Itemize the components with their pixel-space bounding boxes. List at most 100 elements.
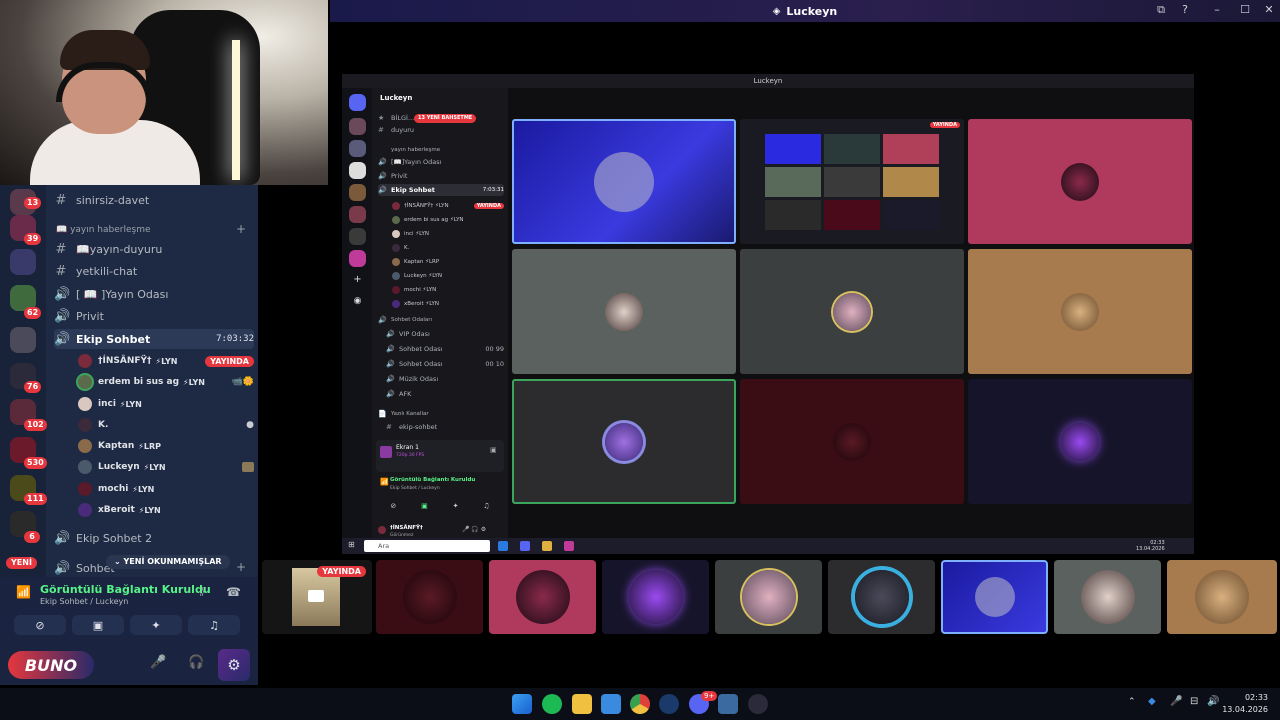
voice-user[interactable]: mochi ⚡LYN <box>78 480 254 498</box>
voice-user[interactable]: K. <box>392 242 504 253</box>
strip-tile[interactable] <box>715 560 822 634</box>
discord-icon[interactable] <box>520 541 530 551</box>
channel-row-active[interactable]: 🔊 Ekip Sohbet 7:03:31 <box>378 184 504 196</box>
discord-home-icon[interactable] <box>349 94 366 111</box>
strip-tile[interactable] <box>1167 560 1277 634</box>
app-icon[interactable] <box>564 541 574 551</box>
minimize-button[interactable]: – <box>1208 3 1226 16</box>
video-tile[interactable] <box>512 249 736 374</box>
voice-user[interactable]: Kaptan ⚡LRP <box>78 437 254 455</box>
channel-sinirsiz-davet[interactable]: # sinirsiz-davet <box>54 190 254 210</box>
strip-tile[interactable] <box>602 560 709 634</box>
video-tile[interactable] <box>740 249 964 374</box>
voice-user[interactable]: Kaptan ⚡LRP <box>392 256 504 267</box>
category-row[interactable]: 📄 Yazılı Kanallar <box>378 408 504 420</box>
voice-user[interactable]: †ÍNSÂNFŸ† ⚡LYN YAYINDA <box>78 352 254 370</box>
server-icon[interactable] <box>349 228 366 245</box>
headphones-icon[interactable]: 🎧 <box>188 655 204 670</box>
help-icon[interactable]: ? <box>1176 3 1194 16</box>
voice-user[interactable]: inci ⚡LYN <box>392 228 504 239</box>
voice-user[interactable]: xBeroit ⚡LYN <box>392 298 504 309</box>
activities-button[interactable]: ✦ <box>130 615 182 635</box>
folder-icon[interactable] <box>542 541 552 551</box>
avatar[interactable] <box>378 526 386 534</box>
server-icon[interactable] <box>349 162 366 179</box>
app-icon[interactable] <box>748 694 768 714</box>
app-icon[interactable] <box>498 541 508 551</box>
video-tile[interactable] <box>740 379 964 504</box>
channel-row[interactable]: # duyuru <box>378 124 504 136</box>
screen-share-icon[interactable]: ▣ <box>421 502 428 514</box>
video-tile-stream[interactable]: YAYINDA <box>740 119 964 244</box>
strip-tile[interactable] <box>376 560 483 634</box>
strip-tile[interactable] <box>828 560 935 634</box>
store-icon[interactable] <box>601 694 621 714</box>
voice-user[interactable]: erdem bi sus ag ⚡LYN <box>392 214 504 225</box>
server-icon[interactable] <box>349 184 366 201</box>
add-channel-icon[interactable]: + <box>236 222 246 236</box>
spotify-icon[interactable] <box>542 694 562 714</box>
noise-suppression-icon[interactable]: ⫽ <box>200 585 205 600</box>
taskbar-clock[interactable]: 02:33 13.04.2026 <box>1222 692 1268 716</box>
tray-app-icon[interactable]: ◆ <box>1148 696 1156 707</box>
category-yayin-haberlesme[interactable]: 📖 yayın haberleşme <box>56 225 151 235</box>
strip-tile[interactable] <box>489 560 596 634</box>
mini-user-controls[interactable]: 🎤 🎧 ⚙ <box>462 526 486 533</box>
voice-user[interactable]: Luckeyn ⚡LYN <box>392 270 504 281</box>
settings-gear-icon[interactable]: ⚙ <box>218 649 250 681</box>
video-tile[interactable] <box>968 119 1192 244</box>
voice-user[interactable]: †ÍNSÂNFŸ† ⚡LYN YAYINDA <box>392 200 504 211</box>
room-row[interactable]: 🔊 AFK <box>386 388 504 400</box>
channel-row[interactable]: ★ BİLGİ... <box>378 112 504 124</box>
room-row[interactable]: 🔊 VIP Odası <box>386 328 504 340</box>
server-icon[interactable] <box>349 206 366 223</box>
add-channel-icon[interactable]: + <box>236 560 246 574</box>
room-row[interactable]: 🔊 Sohbet Odası 00 10 <box>386 358 504 370</box>
strip-tile-stream[interactable]: YAYINDA <box>262 560 372 634</box>
voice-user[interactable]: inci ⚡LYN <box>78 395 254 413</box>
mini-search-box[interactable]: Ara <box>364 540 490 552</box>
camera-off-icon[interactable]: ⊘ <box>390 502 396 514</box>
soundboard-button[interactable]: ♫ <box>188 615 240 635</box>
chrome-icon[interactable] <box>630 694 650 714</box>
share-screen-button[interactable]: ▣ <box>72 615 124 635</box>
video-tile-speaking[interactable] <box>512 379 736 504</box>
stop-share-icon[interactable]: ▣ <box>490 446 497 454</box>
room-row[interactable]: 🔊 Sohbet Odası 00 99 <box>386 343 504 355</box>
channel-yayin-odasi[interactable]: 🔊[ 📖 ]Yayın Odası <box>54 284 254 304</box>
voice-status[interactable]: Görüntülü Bağlantı Kuruldu <box>40 583 211 596</box>
channel-yayin-duyuru[interactable]: # 📖yayın-duyuru <box>54 239 254 259</box>
video-tile-camera[interactable] <box>512 119 736 244</box>
video-tile[interactable] <box>968 249 1192 374</box>
category-row[interactable]: yayın haberleşme <box>378 144 504 156</box>
camera-off-button[interactable]: ⊘ <box>14 615 66 635</box>
server-icon[interactable] <box>349 118 366 135</box>
voice-user[interactable]: Luckeyn ⚡LYN <box>78 458 254 476</box>
channel-privit[interactable]: 🔊 Privit <box>54 306 254 326</box>
strip-tile[interactable] <box>1054 560 1161 634</box>
windows-start-icon[interactable]: ⊞ <box>348 540 355 549</box>
room-row[interactable]: 🔊 Müzik Odası <box>386 373 504 385</box>
steam-icon[interactable] <box>659 694 679 714</box>
channel-row[interactable]: 🔊 [📖]Yayın Odası <box>378 156 504 168</box>
tray-chevron-icon[interactable]: ⌃ <box>1128 697 1136 707</box>
server-name[interactable]: Luckeyn <box>380 94 412 102</box>
server-icon[interactable] <box>10 249 36 275</box>
channel-ekip-sohbet[interactable]: 🔊 Ekip Sohbet 7:03:32 <box>54 329 254 349</box>
voice-user[interactable]: erdem bi sus ag ⚡LYN 📹🌼 <box>78 373 254 391</box>
activities-icon[interactable]: ✦ <box>453 502 459 514</box>
mic-tray-icon[interactable]: 🎤 <box>1170 696 1182 707</box>
channel-ekip-sohbet-2[interactable]: 🔊 Ekip Sohbet 2 <box>54 528 254 548</box>
category-row[interactable]: 🔊 Sohbet Odaları <box>378 314 504 326</box>
close-button[interactable]: ✕ <box>1260 3 1278 16</box>
maximize-button[interactable]: ☐ <box>1236 3 1254 16</box>
app-icon[interactable] <box>718 694 738 714</box>
channel-row[interactable]: # ekip-sohbet <box>386 421 504 433</box>
strip-tile-camera[interactable] <box>941 560 1048 634</box>
voice-user[interactable]: mochi ⚡LYN <box>392 284 504 295</box>
voice-user[interactable]: K. ● <box>78 416 254 434</box>
network-icon[interactable]: ⊟ <box>1190 696 1198 707</box>
soundboard-icon[interactable]: ♫ <box>483 502 489 514</box>
disconnect-icon[interactable]: ☎ <box>226 585 241 599</box>
unread-pill[interactable]: ⌄ YENİ OKUNMAMIŞLAR <box>106 555 230 569</box>
